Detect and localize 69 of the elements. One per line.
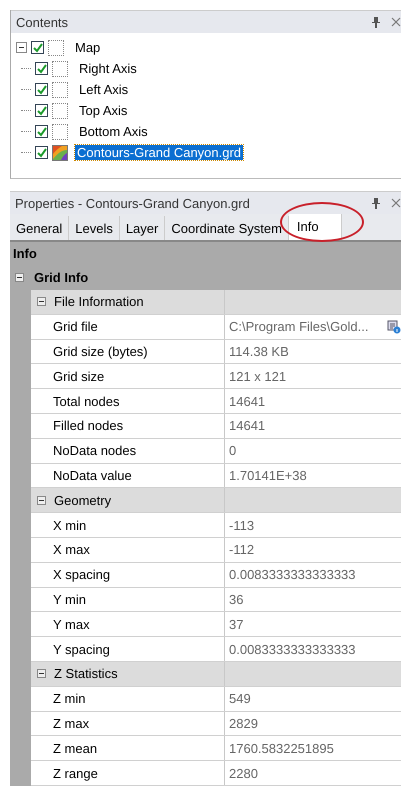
tab[interactable]: Info [288,214,342,240]
panel-title: Properties - Contours-Grand Canyon.grd [15,196,251,210]
checkbox[interactable] [35,146,48,159]
checkbox[interactable] [35,125,48,138]
collapse-icon[interactable] [37,297,46,306]
property-name: Y spacing [53,642,110,657]
property-name: NoData value [53,468,132,483]
pin-icon[interactable] [371,16,381,28]
tree-item[interactable]: Right Axis [77,61,139,76]
property-name: X spacing [53,567,110,582]
collapse-icon[interactable] [37,669,46,678]
axis-icon [52,60,68,76]
property-name: Z range [53,766,98,781]
tree-item[interactable]: Contours-Grand Canyon.grd [75,145,244,160]
checkbox[interactable] [35,104,48,117]
property-name: Filled nodes [53,418,124,434]
map-icon [48,40,64,56]
property-value: 0 [229,443,238,458]
tree-item[interactable]: Top Axis [77,103,130,118]
property-value: 114.38 KB [229,344,290,359]
property-value: 14641 [229,418,266,434]
property-value: 2280 [229,766,259,781]
axis-icon [52,124,68,140]
property-name: Grid file [53,319,98,334]
tree-item[interactable]: Map [73,40,102,55]
property-value: 0.0083333333333333 [229,567,357,582]
property-name: NoData nodes [53,443,136,458]
property-name: X min [53,518,86,533]
property-value: 121 x 121 [229,368,288,384]
property-name: Z max [53,716,90,731]
checkbox[interactable] [31,41,44,54]
property-name: Grid size [53,368,104,384]
property-value: 14641 [229,394,266,409]
axis-icon [52,82,68,98]
property-value: 1.70141E+38 [229,468,308,483]
property-name: Y max [53,616,90,632]
property-value: C:\Program Files\Gold... [229,319,370,334]
property-value: 549 [229,691,252,706]
section-title: Geometry [54,492,112,508]
section-title: File Information [54,294,144,310]
close-icon[interactable] [391,17,401,27]
property-name: Total nodes [53,394,120,409]
checkbox[interactable] [35,62,48,75]
panel-title: Contents [16,14,70,30]
property-value: 1760.5832251895 [229,740,335,756]
pin-icon[interactable] [371,197,381,209]
contour-map-icon [52,144,68,160]
tree-item[interactable]: Left Axis [77,82,130,97]
property-value: -112 [229,542,256,558]
checkbox[interactable] [35,83,48,96]
tree-item[interactable]: Bottom Axis [77,124,150,139]
file-info-icon[interactable] [387,320,401,334]
property-name: Y min [53,592,86,607]
collapse-icon[interactable] [15,273,24,282]
property-value: 2829 [229,716,259,731]
property-value: 36 [229,592,244,607]
section-title: Z Statistics [54,666,118,682]
group-label: Grid Info [34,270,88,285]
close-icon[interactable] [391,198,401,208]
collapse-icon[interactable] [37,496,46,505]
property-name: X max [53,542,90,558]
property-name: Grid size (bytes) [53,344,148,359]
axis-icon [52,102,68,118]
collapse-icon[interactable] [16,42,27,53]
property-value: 37 [229,616,244,632]
property-value: -113 [229,518,256,533]
property-name: Z min [53,691,86,706]
property-name: Z mean [53,740,98,756]
property-value: 0.0083333333333333 [229,642,357,657]
